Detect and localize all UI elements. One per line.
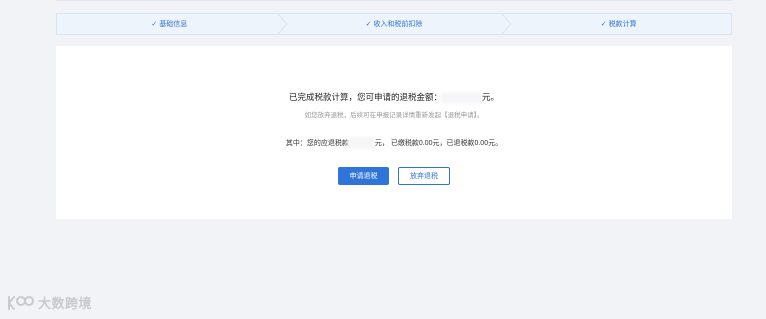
tax-detail-message: 其中：您的应退税款 元， 已缴税款0.00元，已退税款0.00元。 xyxy=(56,138,732,148)
watermark-text: 大数跨境 xyxy=(38,296,93,311)
top-divider xyxy=(56,0,732,1)
detail-prefix: 其中：您的应退税款 xyxy=(285,140,349,147)
detail-suffix: 元， 已缴税款0.00元，已退税款0.00元。 xyxy=(374,140,503,147)
refund-message-prefix: 已完成税款计算，您可申请的退税金额： xyxy=(288,92,442,102)
redacted-amount xyxy=(442,93,482,102)
apply-refund-button[interactable]: 申请退税 xyxy=(338,167,389,185)
check-icon: ✓ xyxy=(365,21,372,28)
step-tax-calculation[interactable]: ✓ 税款计算 xyxy=(506,14,731,34)
check-icon: ✓ xyxy=(600,21,607,28)
abandon-refund-button[interactable]: 放弃退税 xyxy=(398,167,450,185)
step-label: 基础信息 xyxy=(159,21,188,28)
brand-logo-icon xyxy=(8,295,34,310)
result-card: 已完成税款计算，您可申请的退税金额： 元。 如您放弃退税，后续可在申报记录详情重新… xyxy=(56,46,732,219)
watermark: 大数跨境 xyxy=(6,293,92,312)
step-label: 收入和税前扣除 xyxy=(373,21,423,28)
step-progress-bar: ✓ 基础信息 ✓ 收入和税前扣除 ✓ 税款计算 xyxy=(56,13,732,35)
check-icon: ✓ xyxy=(151,21,158,28)
refund-message-suffix: 元。 xyxy=(482,92,500,102)
step-income-deductions[interactable]: ✓ 收入和税前扣除 xyxy=(282,13,513,35)
abandon-hint-text: 如您放弃退税，后续可在申报记录详情重新发起【退税申请】。 xyxy=(304,112,484,119)
step-basic-info[interactable]: ✓ 基础信息 xyxy=(57,13,288,35)
step-label: 税款计算 xyxy=(608,21,637,28)
redacted-refundable-amount xyxy=(348,139,375,148)
refund-amount-message: 已完成税款计算，您可申请的退税金额： 元。 xyxy=(56,91,732,103)
